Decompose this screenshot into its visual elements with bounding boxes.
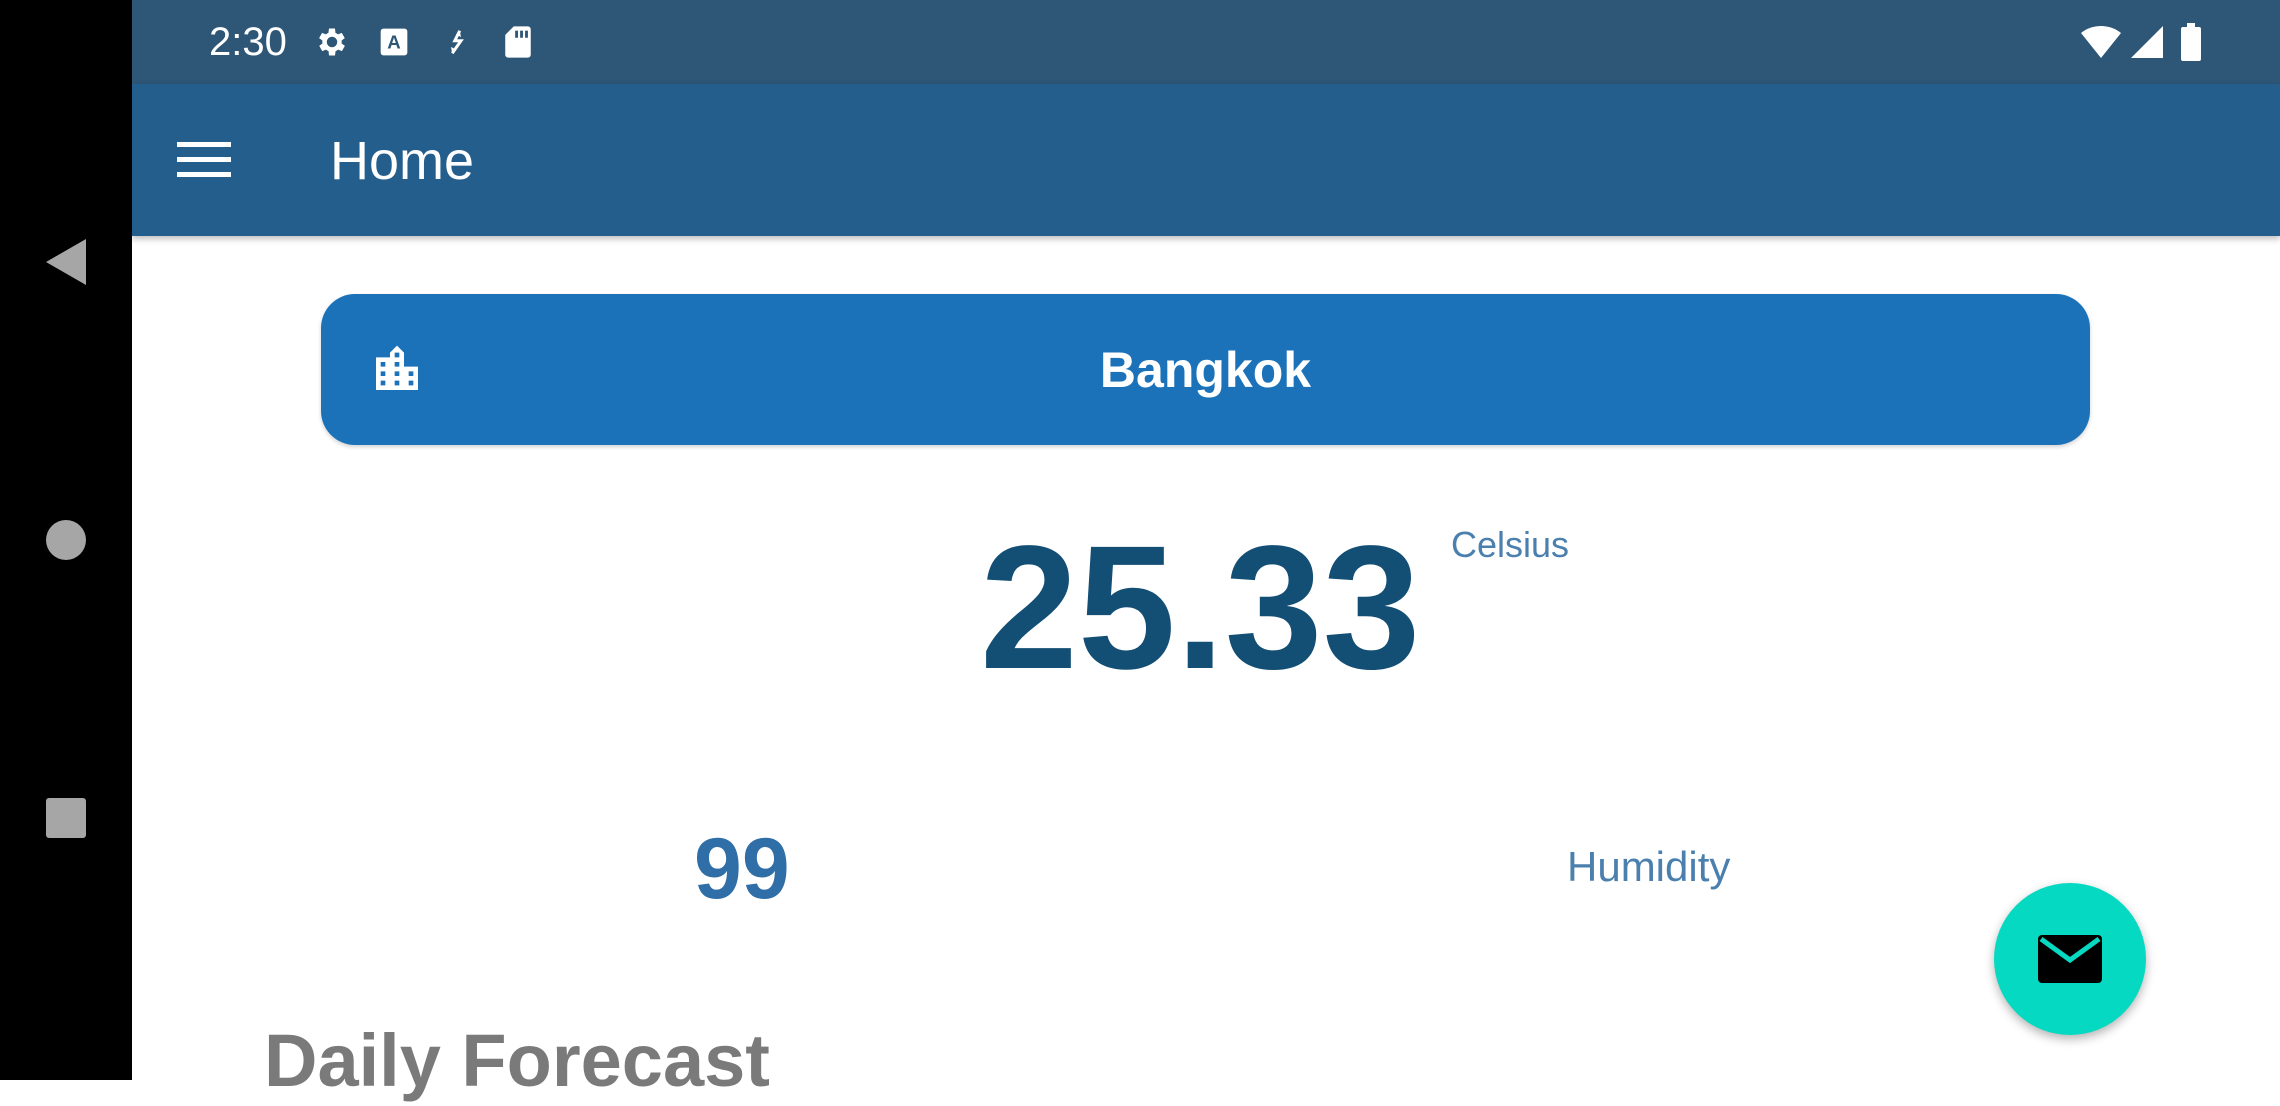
app-bar: Home <box>132 84 2280 236</box>
humidity-label: Humidity <box>1567 843 1731 890</box>
email-fab-button[interactable] <box>1994 883 2146 1035</box>
menu-button[interactable] <box>174 130 234 190</box>
city-button[interactable]: Bangkok <box>321 294 2090 445</box>
mail-icon <box>2038 935 2102 983</box>
status-bar: 2:30 A <box>132 0 2280 84</box>
back-icon[interactable] <box>40 236 92 288</box>
page-title: Home <box>330 131 475 191</box>
city-name: Bangkok <box>1099 342 1312 398</box>
temperature-value: 25.33 <box>980 510 1421 706</box>
signal-icon <box>2126 22 2168 62</box>
svg-text:A: A <box>387 32 400 53</box>
wifi-icon <box>2078 22 2124 62</box>
gear-icon <box>312 22 352 62</box>
battery-icon <box>2176 22 2206 62</box>
status-time: 2:30 <box>209 20 287 64</box>
recents-icon[interactable] <box>40 792 92 844</box>
temperature-unit: Celsius <box>1451 524 1570 565</box>
a-font-icon: A <box>374 22 414 62</box>
sync-icon <box>436 22 476 62</box>
sd-card-icon <box>498 22 538 62</box>
home-icon[interactable] <box>40 514 92 566</box>
navigation-bar <box>0 0 132 1080</box>
menu-icon <box>177 142 231 177</box>
daily-forecast-title: Daily Forecast <box>264 1019 770 1102</box>
humidity-value: 99 <box>694 821 790 917</box>
